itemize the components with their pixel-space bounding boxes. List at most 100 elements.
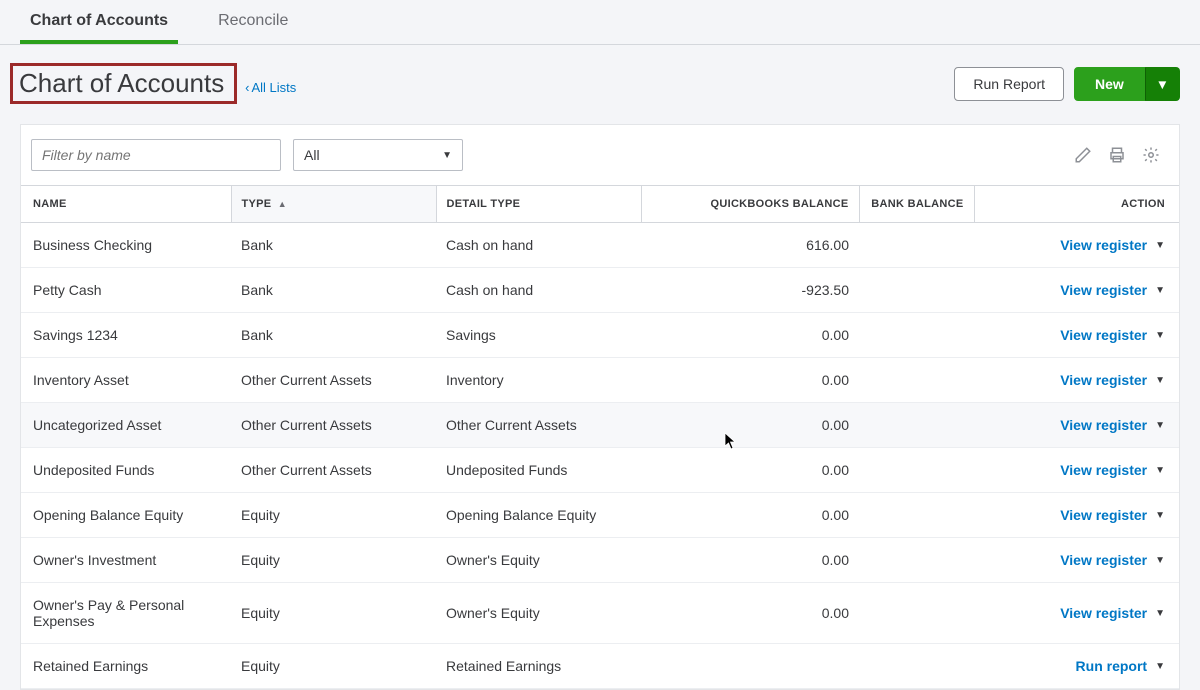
- cell-action: View register▼: [974, 223, 1179, 268]
- cell-quickbooks-balance: 616.00: [641, 223, 859, 268]
- col-header-type-label: TYPE: [242, 198, 272, 210]
- cell-detail-type: Retained Earnings: [436, 644, 641, 689]
- run-report-link[interactable]: Run report ▼: [1076, 658, 1165, 674]
- tabs-bar: Chart of Accounts Reconcile: [0, 0, 1200, 45]
- cell-quickbooks-balance: 0.00: [641, 403, 859, 448]
- caret-down-icon[interactable]: ▼: [1155, 608, 1165, 619]
- cell-action: View register▼: [974, 583, 1179, 644]
- table-row[interactable]: Uncategorized AssetOther Current AssetsO…: [21, 403, 1179, 448]
- view-register-link[interactable]: View register▼: [1060, 507, 1165, 523]
- view-register-link[interactable]: View register ▼: [1060, 372, 1165, 388]
- table-row[interactable]: Opening Balance EquityEquityOpening Bala…: [21, 493, 1179, 538]
- cell-quickbooks-balance: 0.00: [641, 538, 859, 583]
- accounts-table: NAME TYPE ▲ DETAIL TYPE QUICKBOOKS BALAN…: [21, 185, 1179, 689]
- col-header-type[interactable]: TYPE ▲: [231, 186, 436, 223]
- table-row[interactable]: Undeposited FundsOther Current AssetsUnd…: [21, 448, 1179, 493]
- caret-down-icon[interactable]: ▼: [1155, 375, 1165, 386]
- cell-action: Run report ▼: [974, 644, 1179, 689]
- cell-bank-balance: [859, 313, 974, 358]
- filter-by-name-input[interactable]: [31, 139, 281, 171]
- cell-name: Opening Balance Equity: [21, 493, 231, 538]
- cell-type: Equity: [231, 583, 436, 644]
- table-row[interactable]: Owner's Pay & Personal ExpensesEquityOwn…: [21, 583, 1179, 644]
- cell-type: Equity: [231, 538, 436, 583]
- content-card: All ▼ NAME: [20, 124, 1180, 690]
- col-header-action: ACTION: [974, 186, 1179, 223]
- run-report-button[interactable]: Run Report: [954, 67, 1064, 101]
- new-split-button: New ▼: [1074, 67, 1180, 101]
- view-register-link[interactable]: View register ▼: [1060, 282, 1165, 298]
- cell-bank-balance: [859, 583, 974, 644]
- edit-icon[interactable]: [1073, 145, 1093, 165]
- sort-asc-icon: ▲: [278, 199, 287, 209]
- tab-reconcile[interactable]: Reconcile: [208, 0, 298, 44]
- back-link-label: All Lists: [251, 80, 296, 95]
- cell-name: Owner's Investment: [21, 538, 231, 583]
- col-header-quickbooks-balance[interactable]: QUICKBOOKS BALANCE: [641, 186, 859, 223]
- cell-name: Undeposited Funds: [21, 448, 231, 493]
- col-header-bank-balance[interactable]: BANK BALANCE: [859, 186, 974, 223]
- action-link-label: View register: [1060, 372, 1147, 388]
- cell-detail-type: Inventory: [436, 358, 641, 403]
- table-controls: All ▼: [21, 125, 1179, 185]
- cell-detail-type: Undeposited Funds: [436, 448, 641, 493]
- table-row[interactable]: Petty CashBankCash on hand-923.50View re…: [21, 268, 1179, 313]
- action-link-label: View register: [1060, 282, 1147, 298]
- table-row[interactable]: Retained EarningsEquityRetained Earnings…: [21, 644, 1179, 689]
- caret-down-icon[interactable]: ▼: [1155, 661, 1165, 672]
- cell-action: View register ▼: [974, 403, 1179, 448]
- new-button[interactable]: New: [1074, 67, 1145, 101]
- cell-name: Petty Cash: [21, 268, 231, 313]
- back-link-all-lists[interactable]: ‹ All Lists: [245, 80, 296, 95]
- cell-bank-balance: [859, 223, 974, 268]
- cell-name: Savings 1234: [21, 313, 231, 358]
- table-row[interactable]: Savings 1234BankSavings0.00 View register…: [21, 313, 1179, 358]
- view-register-link[interactable]: View register ▼: [1060, 417, 1165, 433]
- cell-name: Uncategorized Asset: [21, 403, 231, 448]
- action-link-label: View register: [1060, 462, 1147, 478]
- print-icon[interactable]: [1107, 145, 1127, 165]
- caret-down-icon[interactable]: ▼: [1155, 465, 1165, 476]
- cell-action: View register ▼: [974, 448, 1179, 493]
- chevron-left-icon: ‹: [245, 80, 249, 95]
- cell-quickbooks-balance: 0.00: [641, 313, 859, 358]
- caret-down-icon[interactable]: ▼: [1155, 510, 1165, 521]
- table-row[interactable]: Business CheckingBankCash on hand616.00V…: [21, 223, 1179, 268]
- tab-chart-of-accounts[interactable]: Chart of Accounts: [20, 0, 178, 44]
- table-row[interactable]: Inventory AssetOther Current AssetsInven…: [21, 358, 1179, 403]
- cell-action: View register ▼: [974, 268, 1179, 313]
- view-register-link[interactable]: View register▼: [1060, 327, 1165, 343]
- page-title: Chart of Accounts: [10, 63, 237, 104]
- table-row[interactable]: Owner's InvestmentEquityOwner's Equity0.…: [21, 538, 1179, 583]
- cell-bank-balance: [859, 403, 974, 448]
- action-link-label: View register: [1060, 417, 1147, 433]
- cell-type: Bank: [231, 313, 436, 358]
- col-header-name[interactable]: NAME: [21, 186, 231, 223]
- cell-quickbooks-balance: -923.50: [641, 268, 859, 313]
- filter-type-dropdown[interactable]: All ▼: [293, 139, 463, 171]
- caret-down-icon[interactable]: ▼: [1155, 555, 1165, 566]
- col-header-detail-type[interactable]: DETAIL TYPE: [436, 186, 641, 223]
- cell-action: View register▼: [974, 538, 1179, 583]
- caret-down-icon[interactable]: ▼: [1155, 285, 1165, 296]
- caret-down-icon: ▼: [442, 150, 452, 161]
- cell-name: Owner's Pay & Personal Expenses: [21, 583, 231, 644]
- view-register-link[interactable]: View register▼: [1060, 605, 1165, 621]
- view-register-link[interactable]: View register▼: [1060, 552, 1165, 568]
- cell-bank-balance: [859, 448, 974, 493]
- cell-type: Other Current Assets: [231, 358, 436, 403]
- view-register-link[interactable]: View register▼: [1060, 237, 1165, 253]
- cell-name: Business Checking: [21, 223, 231, 268]
- caret-down-icon[interactable]: ▼: [1155, 240, 1165, 251]
- caret-down-icon[interactable]: ▼: [1155, 420, 1165, 431]
- cell-quickbooks-balance: 0.00: [641, 583, 859, 644]
- cell-detail-type: Cash on hand: [436, 223, 641, 268]
- cell-detail-type: Opening Balance Equity: [436, 493, 641, 538]
- cell-detail-type: Savings: [436, 313, 641, 358]
- caret-down-icon[interactable]: ▼: [1155, 330, 1165, 341]
- action-link-label: Run report: [1076, 658, 1148, 674]
- cell-quickbooks-balance: 0.00: [641, 493, 859, 538]
- view-register-link[interactable]: View register ▼: [1060, 462, 1165, 478]
- gear-icon[interactable]: [1141, 145, 1161, 165]
- new-dropdown-caret[interactable]: ▼: [1145, 67, 1180, 101]
